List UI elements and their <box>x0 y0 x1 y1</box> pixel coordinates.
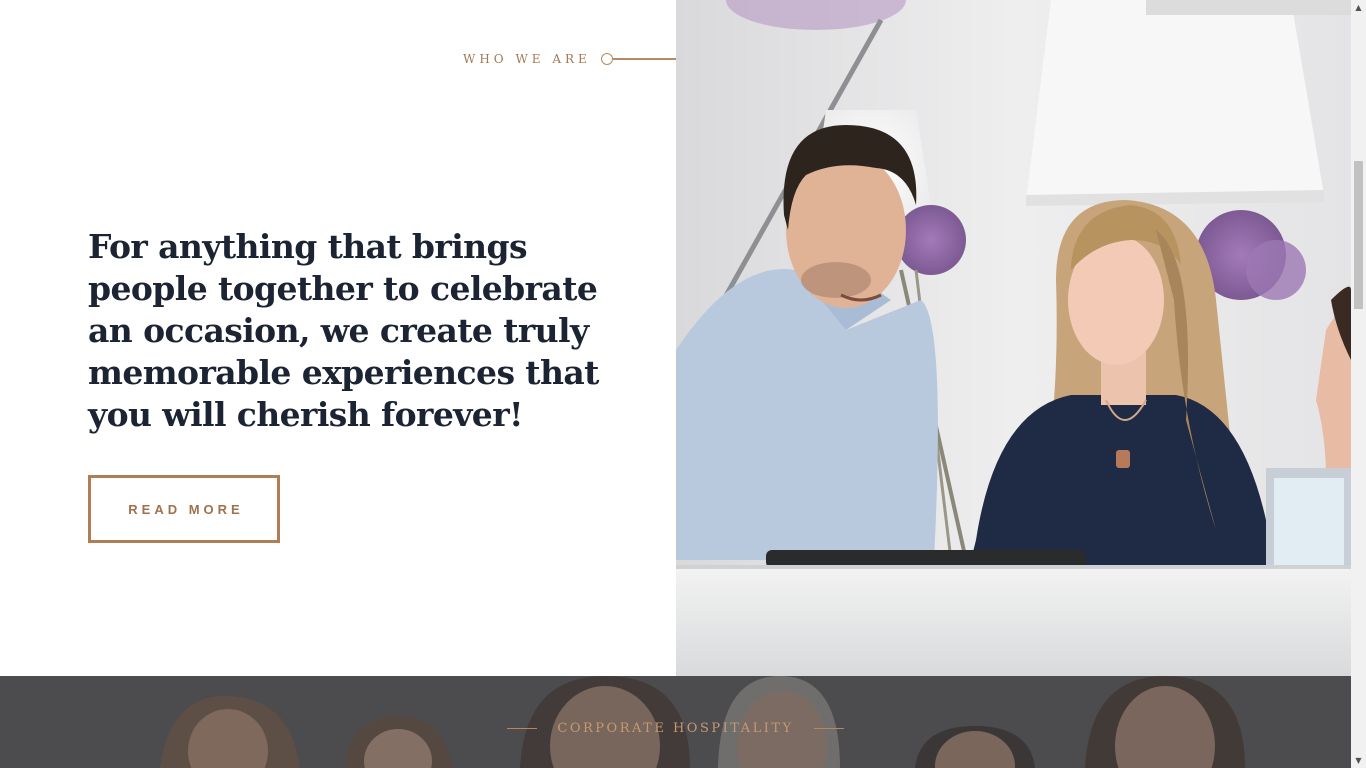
who-we-are-section: WHO WE ARE For anything that brings peop… <box>0 0 796 676</box>
vertical-scrollbar[interactable]: ▲ ▼ <box>1351 0 1366 768</box>
scroll-up-arrow-icon[interactable]: ▲ <box>1351 0 1366 15</box>
eyebrow-label: WHO WE ARE <box>463 52 591 66</box>
corporate-hospitality-section: CORPORATE HOSPITALITY <box>0 676 1351 768</box>
scrollbar-thumb[interactable] <box>1354 161 1363 309</box>
corporate-heading: CORPORATE HOSPITALITY <box>0 721 1351 736</box>
page: WHO WE ARE For anything that brings peop… <box>0 0 1366 768</box>
heading-line-right <box>813 727 844 730</box>
read-more-button[interactable]: READ MORE <box>88 475 280 543</box>
read-more-label: READ MORE <box>128 501 244 517</box>
scroll-down-arrow-icon[interactable]: ▼ <box>1351 753 1366 768</box>
photo-illustration <box>676 0 1351 676</box>
eyebrow-circle-icon <box>600 53 613 65</box>
heading-line-left <box>507 727 538 730</box>
section-headline: For anything that brings people together… <box>88 227 599 434</box>
reception-photo <box>676 0 1351 676</box>
corporate-heading-label: CORPORATE HOSPITALITY <box>557 721 794 736</box>
